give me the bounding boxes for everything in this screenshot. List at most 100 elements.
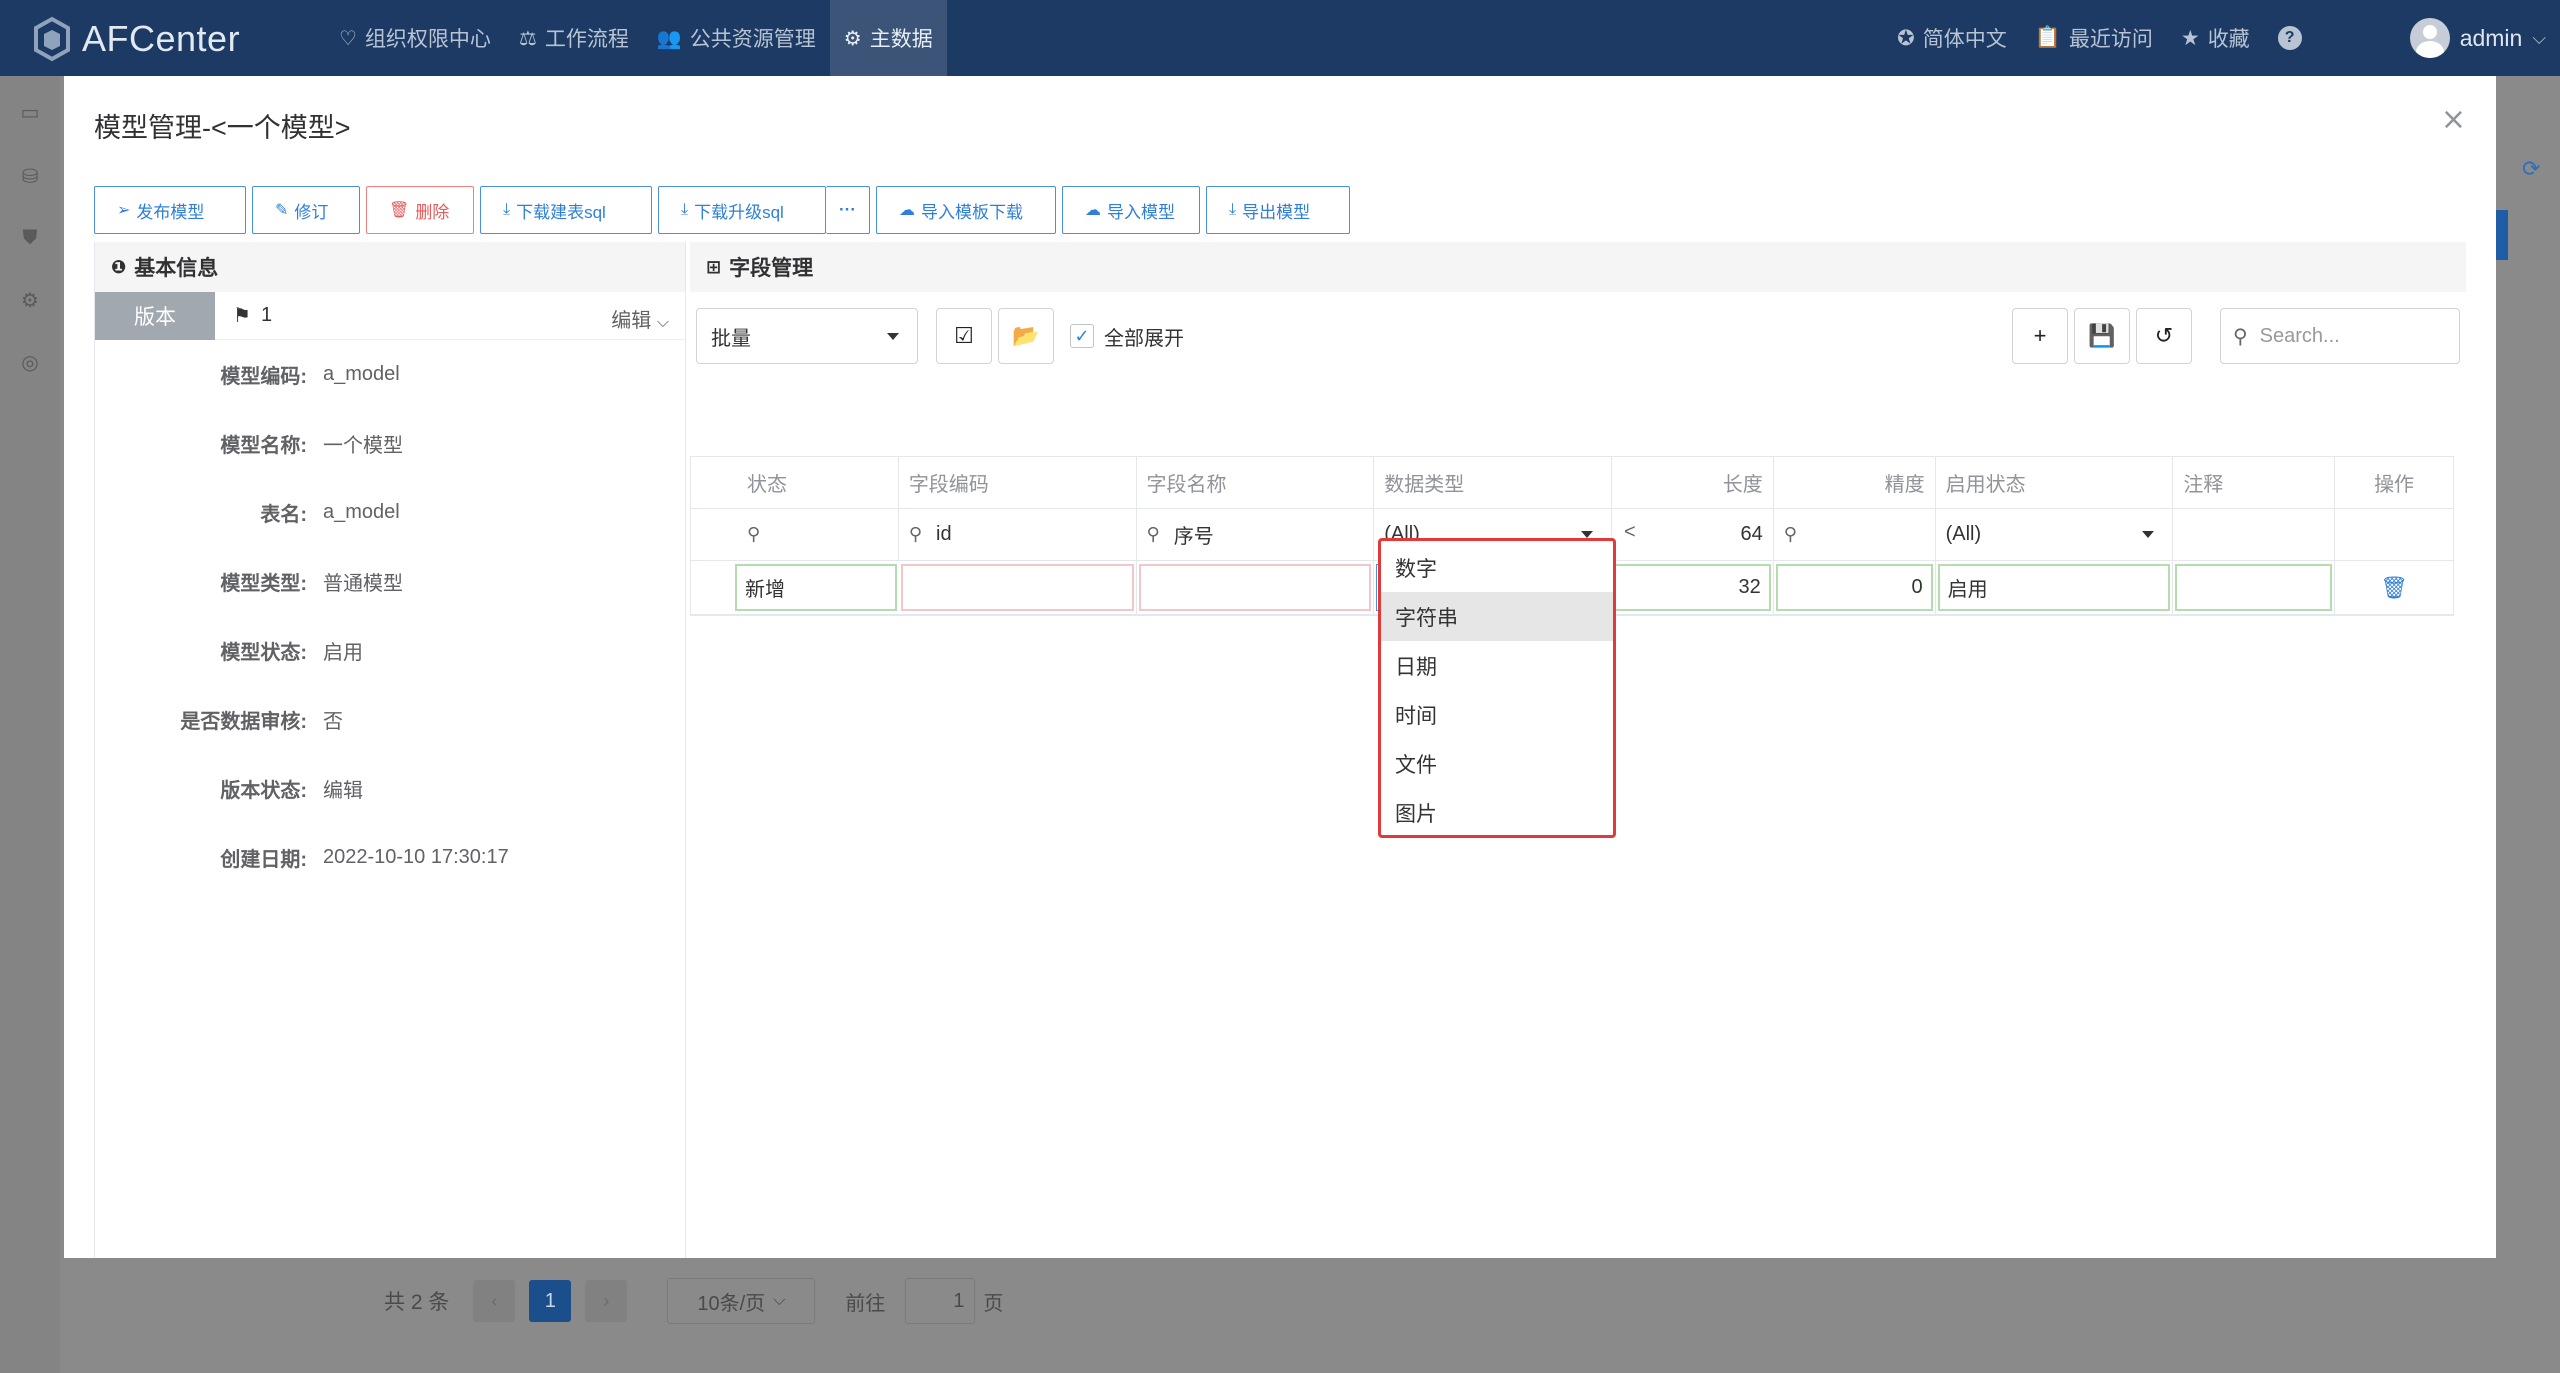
star-icon: ★ [2180, 26, 2200, 50]
database-icon[interactable]: ⛁ [18, 164, 42, 188]
edit-dropdown[interactable]: 编辑 ⌵ [611, 304, 669, 333]
undo-icon: ↺ [2154, 323, 2174, 348]
filter-length-value: 64 [1740, 523, 1763, 545]
caret-down-icon [1580, 531, 1593, 538]
length-input[interactable]: 32 [1613, 564, 1771, 611]
column-header-enabled[interactable]: 启用状态 [1936, 457, 2174, 508]
nav-workflow[interactable]: ⚖ 工作流程 [505, 0, 643, 76]
batch-label: 批量 [711, 327, 751, 350]
column-header-comment[interactable]: 注释 [2173, 457, 2336, 508]
user-name[interactable]: admin [2460, 25, 2523, 52]
recent-label: 最近访问 [2068, 28, 2153, 51]
next-page-button[interactable]: › [585, 1280, 628, 1322]
field-management-title: 字段管理 [729, 257, 814, 280]
prev-page-button[interactable]: ‹ [473, 1280, 516, 1322]
help-button[interactable]: ? [2277, 26, 2302, 50]
save-icon: 💾 [2088, 323, 2116, 348]
field-code-input[interactable] [900, 564, 1134, 611]
chevron-down-icon: ⌵ [773, 1292, 786, 1309]
column-header-name[interactable]: 字段名称 [1137, 457, 1375, 508]
open-folder-button[interactable]: 📂 [998, 308, 1054, 364]
version-row: 版本 ⚑ 1 编辑 ⌵ [95, 291, 685, 340]
favorites[interactable]: ★ 收藏 [2181, 23, 2250, 53]
help-icon: ? [2277, 26, 2302, 50]
gear-icon[interactable]: ⚙ [18, 288, 42, 312]
goto-label: 前往 [845, 1292, 886, 1315]
cell-length: 32 [1612, 561, 1774, 614]
search-input[interactable]: ⚲ Search... [2220, 308, 2460, 364]
column-header-status[interactable]: 状态 [691, 457, 899, 508]
info-value: 编辑 [323, 780, 363, 802]
avatar[interactable] [2409, 18, 2450, 58]
option-file[interactable]: 文件 [1381, 739, 1613, 788]
filter-status[interactable]: ⚲ [691, 509, 899, 560]
heart-icon: ♡ [339, 27, 357, 50]
info-label: 表名: [260, 504, 307, 526]
undo-button[interactable]: ↺ [2136, 308, 2192, 364]
security-icon[interactable]: ◎ [18, 350, 42, 374]
option-string[interactable]: 字符串 [1381, 592, 1613, 641]
option-number[interactable]: 数字 [1381, 543, 1613, 592]
column-header-type[interactable]: 数据类型 [1374, 457, 1612, 508]
wallet-icon[interactable]: ▭ [18, 100, 42, 124]
column-header-code[interactable]: 字段编码 [899, 457, 1137, 508]
precision-input[interactable]: 0 [1775, 564, 1933, 611]
close-icon[interactable]: × [2441, 102, 2466, 137]
search-icon: ⚲ [1783, 524, 1797, 544]
trash-icon[interactable]: 🗑 [2380, 575, 2408, 601]
field-name-input[interactable] [1138, 564, 1372, 611]
current-page-button[interactable]: 1 [529, 1280, 572, 1322]
version-tab[interactable]: 版本 [95, 291, 215, 340]
check-edit-button[interactable]: ☑ [936, 308, 992, 364]
refresh-icon[interactable]: ⟳ [2522, 156, 2540, 182]
brand[interactable]: AFCenter [32, 14, 240, 64]
page-size-select[interactable]: 10条/页 ⌵ [667, 1278, 816, 1324]
language-switch[interactable]: ✪ 简体中文 [1897, 23, 2007, 53]
goto-page-input[interactable]: 1 [905, 1278, 976, 1324]
column-header-length[interactable]: 长度 [1612, 457, 1774, 508]
shield-icon[interactable]: ⛊ [18, 226, 42, 250]
cell-code [899, 561, 1137, 614]
filter-name[interactable]: ⚲ 序号 [1137, 509, 1375, 560]
recent-visits[interactable]: 📋 最近访问 [2035, 23, 2153, 53]
filter-actions [2335, 509, 2453, 560]
batch-select[interactable]: 批量 [696, 308, 918, 364]
filter-code[interactable]: ⚲ id [899, 509, 1137, 560]
send-icon: ➢ [117, 202, 131, 219]
download-upgrade-sql-button[interactable]: ⤓ 下载升级sql [658, 186, 826, 234]
revise-button[interactable]: ✎ 修订 [252, 186, 360, 234]
publish-model-button[interactable]: ➢ 发布模型 [94, 186, 246, 234]
filter-enabled-select[interactable]: (All) [1936, 509, 2174, 560]
expand-all-checkbox[interactable]: ✓ 全部展开 [1070, 308, 1184, 364]
download-create-sql-button[interactable]: ⤓ 下载建表sql [480, 186, 652, 234]
option-date[interactable]: 日期 [1381, 641, 1613, 690]
add-row-button[interactable]: + [2012, 308, 2068, 364]
calendar-check-icon: ☑ [954, 323, 974, 348]
background-primary-button[interactable] [2494, 210, 2508, 260]
filter-length-operator[interactable]: < [1624, 521, 1636, 544]
more-button[interactable]: ··· [826, 186, 870, 234]
export-model-button[interactable]: ⤓ 导出模型 [1206, 186, 1350, 234]
chevron-down-icon[interactable]: ⌵ [2532, 28, 2546, 49]
info-row: 模型编码: a_model [95, 340, 685, 409]
column-header-precision[interactable]: 精度 [1774, 457, 1936, 508]
button-label: 导出模型 [1242, 202, 1311, 222]
enabled-select[interactable]: 启用 [1937, 564, 2171, 611]
comment-input[interactable] [2175, 564, 2333, 611]
import-template-download-button[interactable]: ☁ 导入模板下载 [876, 186, 1056, 234]
nav-public-resources[interactable]: 👥 公共资源管理 [643, 0, 830, 76]
delete-button[interactable]: 🗑 删除 [366, 186, 474, 234]
info-label: 是否数据审核: [180, 711, 307, 733]
option-image[interactable]: 图片 [1381, 788, 1613, 837]
model-management-dialog: 模型管理-<一个模型> × ➢ 发布模型 ✎ 修订 🗑 删除 ⤓ 下载建表sql… [64, 76, 2496, 1258]
filter-precision[interactable]: ⚲ [1774, 509, 1936, 560]
import-model-button[interactable]: ☁ 导入模型 [1062, 186, 1200, 234]
info-label: 模型状态: [220, 642, 307, 664]
status-editor[interactable]: 新增 [735, 564, 897, 611]
filter-length[interactable]: < 64 [1612, 509, 1774, 560]
option-time[interactable]: 时间 [1381, 690, 1613, 739]
nav-master-data[interactable]: ⚙ 主数据 [829, 0, 947, 76]
download-icon: ⤓ [681, 201, 689, 218]
save-button[interactable]: 💾 [2074, 308, 2130, 364]
nav-org-permissions[interactable]: ♡ 组织权限中心 [325, 0, 505, 76]
